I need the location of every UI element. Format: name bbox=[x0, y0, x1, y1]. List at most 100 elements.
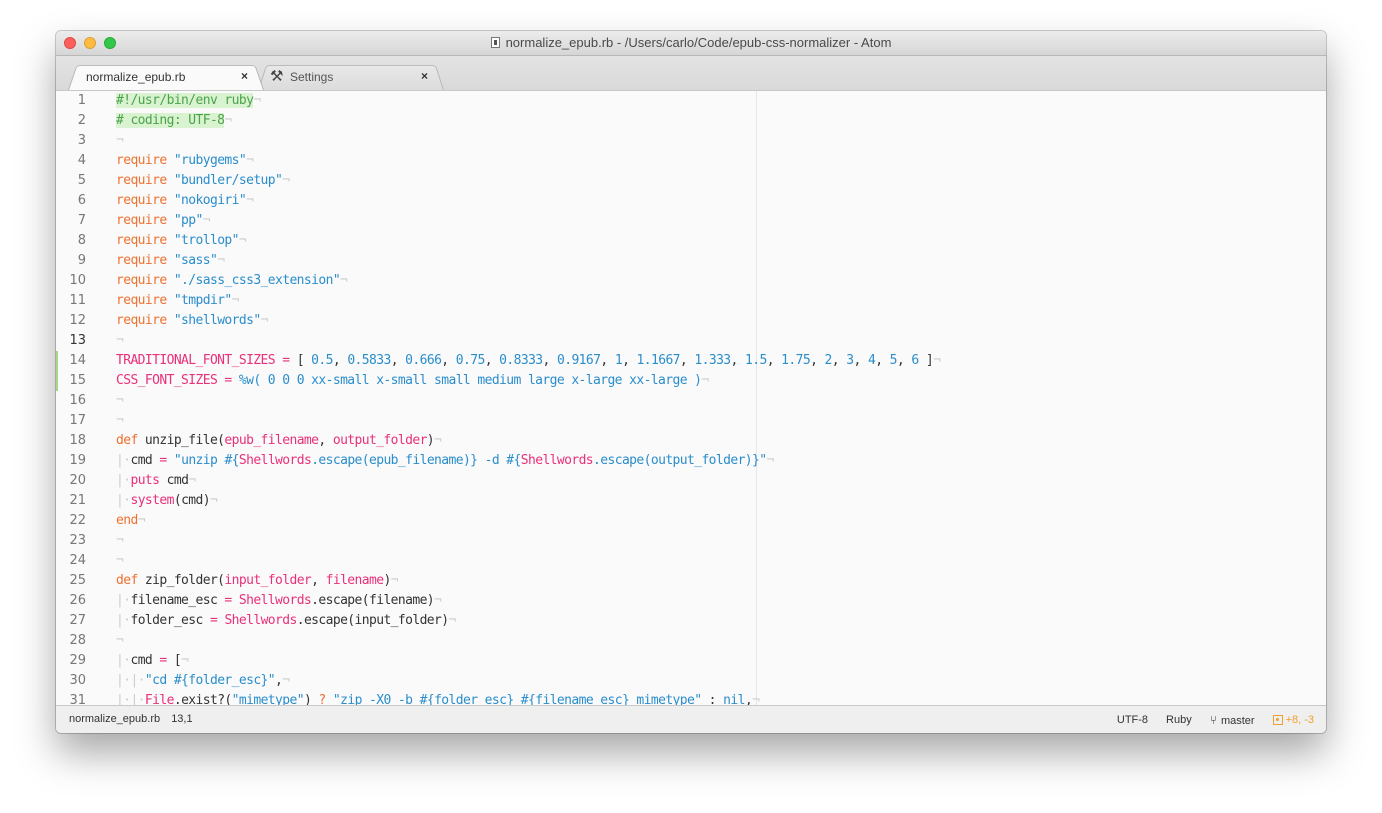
line-code: TRADITIONAL_FONT_SIZES = [ 0.5, 0.5833, … bbox=[116, 353, 941, 368]
line-number: 28 bbox=[69, 633, 86, 648]
code-line[interactable]: 8 require "trollop"¬ bbox=[56, 231, 1326, 251]
code-line[interactable]: 12 require "shellwords"¬ bbox=[56, 311, 1326, 331]
title-bar: normalize_epub.rb - /Users/carlo/Code/ep… bbox=[56, 31, 1326, 56]
code-line[interactable]: 31 |·|·File.exist?("mimetype") ? "zip -X0… bbox=[56, 691, 1326, 705]
line-code: require "sass"¬ bbox=[116, 253, 225, 268]
tools-icon: ⚒ bbox=[270, 68, 284, 85]
git-branch-icon: ⑂ bbox=[1209, 713, 1217, 727]
line-code: |·filename_esc = Shellwords.escape(filen… bbox=[116, 593, 442, 608]
line-code: require "bundler/setup"¬ bbox=[116, 173, 290, 188]
line-number: 23 bbox=[69, 533, 86, 548]
git-modified-icon bbox=[1272, 715, 1283, 725]
line-code: ¬ bbox=[116, 333, 124, 348]
line-number: 29 bbox=[69, 653, 86, 668]
status-git-diff: +8, -3 bbox=[1272, 714, 1314, 726]
code-line[interactable]: 2 # coding: UTF-8¬ bbox=[56, 111, 1326, 131]
line-number: 6 bbox=[77, 193, 86, 208]
status-file-name[interactable]: normalize_epub.rb bbox=[69, 713, 160, 725]
code-line[interactable]: 15 CSS_FONT_SIZES = %w( 0 0 0 xx-small x-… bbox=[56, 371, 1326, 391]
status-branch[interactable]: ⑂ master bbox=[1210, 713, 1255, 727]
close-tab-icon[interactable]: × bbox=[241, 69, 248, 83]
code-line[interactable]: 29 |·cmd = [¬ bbox=[56, 651, 1326, 671]
code-line[interactable]: 18 def unzip_file(epub_filename, output_f… bbox=[56, 431, 1326, 451]
line-number: 14 bbox=[69, 353, 86, 368]
branch-name: master bbox=[1220, 715, 1255, 727]
line-number: 3 bbox=[77, 133, 86, 148]
line-number: 10 bbox=[69, 273, 86, 288]
code-line[interactable]: 5 require "bundler/setup"¬ bbox=[56, 171, 1326, 191]
line-number: 13 bbox=[69, 333, 86, 348]
code-line[interactable]: 4 require "rubygems"¬ bbox=[56, 151, 1326, 171]
line-number: 4 bbox=[77, 153, 86, 168]
code-line[interactable]: 28 ¬ bbox=[56, 631, 1326, 651]
code-line[interactable]: 23 ¬ bbox=[56, 531, 1326, 551]
line-code: def unzip_file(epub_filename, output_fol… bbox=[116, 433, 442, 448]
line-number: 31 bbox=[69, 693, 86, 705]
code-line[interactable]: 7 require "pp"¬ bbox=[56, 211, 1326, 231]
code-line[interactable]: 1 #!/usr/bin/env ruby¬ bbox=[56, 91, 1326, 111]
status-cursor-position[interactable]: 13,1 bbox=[171, 713, 192, 725]
code-line[interactable]: 21 |·system(cmd)¬ bbox=[56, 491, 1326, 511]
code-line[interactable]: 17 ¬ bbox=[56, 411, 1326, 431]
status-encoding[interactable]: UTF-8 bbox=[1117, 714, 1148, 726]
code-line[interactable]: 19 |·cmd = "unzip #{Shellwords.escape(epu… bbox=[56, 451, 1326, 471]
code-line[interactable]: 9 require "sass"¬ bbox=[56, 251, 1326, 271]
code-line[interactable]: 26 |·filename_esc = Shellwords.escape(fil… bbox=[56, 591, 1326, 611]
code-line[interactable]: 27 |·folder_esc = Shellwords.escape(input… bbox=[56, 611, 1326, 631]
tab-label: normalize_epub.rb bbox=[86, 70, 186, 84]
line-code: ¬ bbox=[116, 633, 124, 648]
code-line[interactable]: 11 require "tmpdir"¬ bbox=[56, 291, 1326, 311]
line-code: require "shellwords"¬ bbox=[116, 313, 268, 328]
line-number: 18 bbox=[69, 433, 86, 448]
line-number: 11 bbox=[69, 293, 86, 308]
line-number: 2 bbox=[77, 113, 86, 128]
document-icon bbox=[490, 37, 500, 48]
code-editor[interactable]: 1 #!/usr/bin/env ruby¬ 2 # coding: UTF-8¬ 3 ¬… bbox=[56, 91, 1326, 705]
code-line[interactable]: 25 def zip_folder(input_folder, filename)… bbox=[56, 571, 1326, 591]
close-tab-icon[interactable]: × bbox=[421, 69, 428, 83]
line-code: |·cmd = "unzip #{Shellwords.escape(epub_… bbox=[116, 453, 774, 468]
tab-settings[interactable]: ⚒ Settings × bbox=[258, 62, 444, 90]
line-number: 7 bbox=[77, 213, 86, 228]
tab-label: Settings bbox=[290, 70, 334, 84]
line-number: 30 bbox=[69, 673, 86, 688]
line-number: 1 bbox=[77, 93, 86, 108]
window-title-container: normalize_epub.rb - /Users/carlo/Code/ep… bbox=[56, 35, 1326, 50]
code-line[interactable]: 30 |·|·"cd #{folder_esc}",¬ bbox=[56, 671, 1326, 691]
diff-counts: +8, -3 bbox=[1285, 714, 1314, 726]
line-code: require "rubygems"¬ bbox=[116, 153, 254, 168]
code-line[interactable]: 24 ¬ bbox=[56, 551, 1326, 571]
code-line[interactable]: 20 |·puts cmd¬ bbox=[56, 471, 1326, 491]
line-code: |·|·File.exist?("mimetype") ? "zip -X0 -… bbox=[116, 693, 760, 705]
line-code: |·system(cmd)¬ bbox=[116, 493, 218, 508]
status-grammar[interactable]: Ruby bbox=[1166, 714, 1192, 726]
tab-bar: ⚒ Settings × normalize_epub.rb × bbox=[56, 56, 1326, 91]
code-line[interactable]: 6 require "nokogiri"¬ bbox=[56, 191, 1326, 211]
line-number: 22 bbox=[69, 513, 86, 528]
line-number: 24 bbox=[69, 553, 86, 568]
line-code: ¬ bbox=[116, 133, 124, 148]
line-code: |·|·"cd #{folder_esc}",¬ bbox=[116, 673, 290, 688]
code-line[interactable]: 14 TRADITIONAL_FONT_SIZES = [ 0.5, 0.5833… bbox=[56, 351, 1326, 371]
line-number: 25 bbox=[69, 573, 86, 588]
line-code: ¬ bbox=[116, 533, 124, 548]
tab-normalize-epub[interactable]: normalize_epub.rb × bbox=[68, 62, 264, 90]
line-number: 19 bbox=[69, 453, 86, 468]
line-number: 8 bbox=[77, 233, 86, 248]
code-line[interactable]: 16 ¬ bbox=[56, 391, 1326, 411]
code-line[interactable]: 13 ¬ bbox=[56, 331, 1326, 351]
code-line[interactable]: 10 require "./sass_css3_extension"¬ bbox=[56, 271, 1326, 291]
line-code: require "./sass_css3_extension"¬ bbox=[116, 273, 348, 288]
line-code: require "trollop"¬ bbox=[116, 233, 247, 248]
window-title: normalize_epub.rb - /Users/carlo/Code/ep… bbox=[505, 35, 892, 50]
line-code: end¬ bbox=[116, 513, 146, 528]
line-number: 21 bbox=[69, 493, 86, 508]
line-code: #!/usr/bin/env ruby¬ bbox=[116, 93, 261, 108]
line-code: ¬ bbox=[116, 413, 124, 428]
line-code: require "nokogiri"¬ bbox=[116, 193, 254, 208]
code-line[interactable]: 22 end¬ bbox=[56, 511, 1326, 531]
line-number: 9 bbox=[77, 253, 86, 268]
code-line[interactable]: 3 ¬ bbox=[56, 131, 1326, 151]
line-code: require "pp"¬ bbox=[116, 213, 211, 228]
atom-window: normalize_epub.rb - /Users/carlo/Code/ep… bbox=[56, 31, 1326, 733]
